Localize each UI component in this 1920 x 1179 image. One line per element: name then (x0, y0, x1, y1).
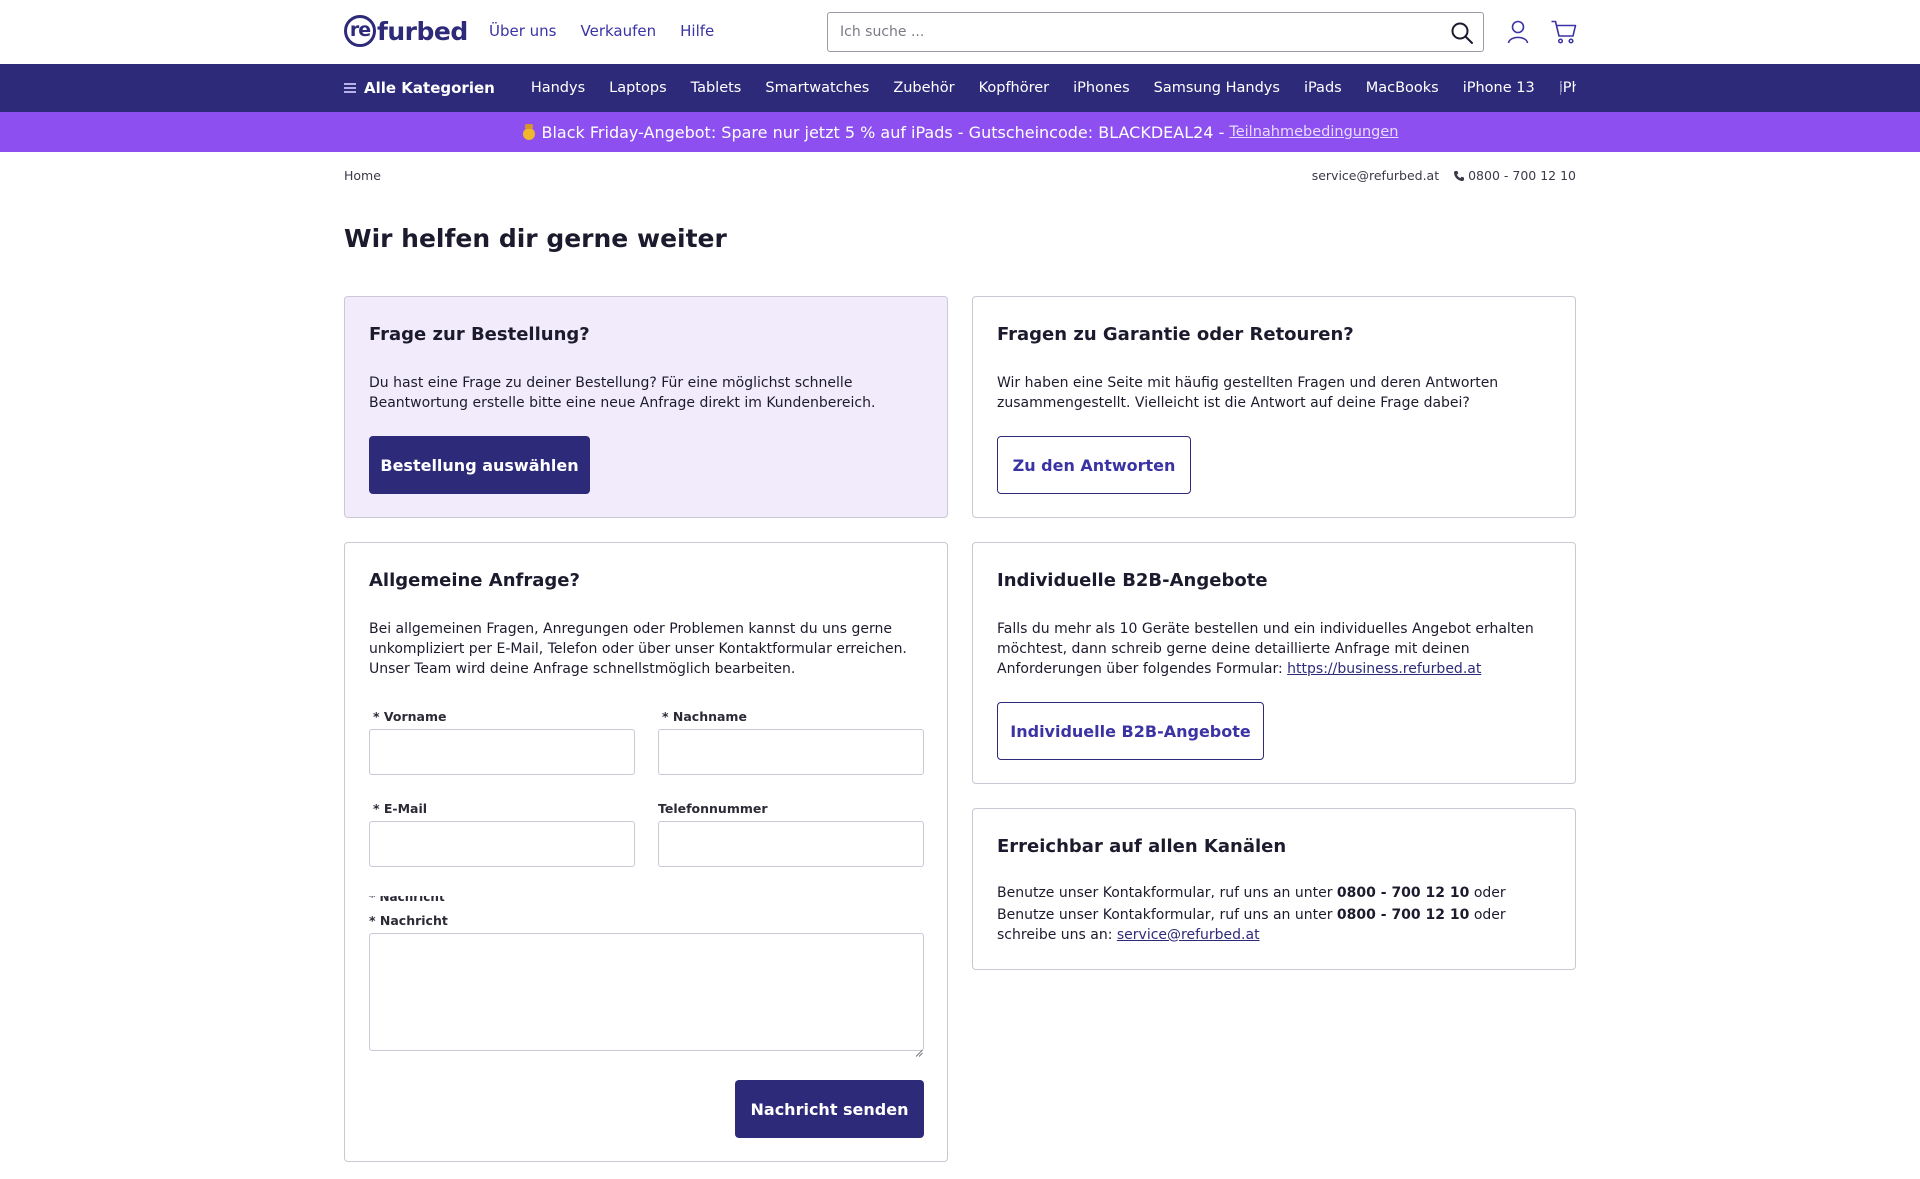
warranty-card-title: Fragen zu Garantie oder Retouren? (997, 324, 1354, 345)
account-icon[interactable] (1506, 19, 1530, 45)
category-link-tablets[interactable]: Tablets (691, 80, 742, 96)
order-card-text: Du hast eine Frage zu deiner Bestellung?… (369, 375, 876, 411)
send-message-button[interactable]: Nachricht senden (735, 1080, 924, 1138)
b2b-card-text: Falls du mehr als 10 Geräte bestellen un… (997, 619, 1537, 679)
nav-verkaufen[interactable]: Verkaufen (581, 22, 657, 40)
firstname-field[interactable] (369, 729, 635, 775)
category-link-smartwatches[interactable]: Smartwatches (765, 80, 869, 96)
contact-phone[interactable]: 0800 - 700 12 10 (1468, 168, 1576, 183)
order-question-card: Frage zur Bestellung? Du hast eine Frage… (344, 296, 948, 518)
firstname-label: * Vorname (373, 709, 447, 724)
promo-banner: Black Friday-Angebot: Spare nur jetzt 5 … (0, 112, 1920, 152)
general-card-title: Allgemeine Anfrage? (369, 570, 580, 591)
category-link-kopfhoerer[interactable]: Kopfhörer (979, 80, 1050, 96)
lastname-label: * Nachname (662, 709, 747, 724)
order-card-title: Frage zur Bestellung? (369, 324, 590, 345)
breadcrumb-home[interactable]: Home (344, 168, 381, 183)
message-label: * Nachricht (369, 913, 448, 928)
channels-card-text: Benutze unser Kontakformular, ruf uns an… (997, 905, 1557, 945)
category-link-samsung-handys[interactable]: Samsung Handys (1154, 80, 1280, 96)
channels-text-ghost: Benutze unser Kontakformular, ruf uns an… (997, 886, 1506, 898)
warranty-card: Fragen zu Garantie oder Retouren? Wir ha… (972, 296, 1576, 518)
money-bag-icon (522, 124, 536, 140)
nav-hilfe[interactable]: Hilfe (680, 22, 714, 40)
channels-card: Erreichbar auf allen Kanälen Benutze uns… (972, 808, 1576, 970)
category-link-ipads[interactable]: iPads (1304, 80, 1342, 96)
contact-email[interactable]: service@refurbed.at (1312, 168, 1439, 183)
page-title: Wir helfen dir gerne weiter (344, 224, 727, 253)
lastname-field[interactable] (658, 729, 924, 775)
b2b-card-title: Individuelle B2B-Angebote (997, 570, 1268, 591)
phone-label: Telefonnummer (658, 801, 768, 816)
logo-text: furbed (377, 16, 468, 46)
category-link-iphones[interactable]: iPhones (1073, 80, 1130, 96)
email-label: * E-Mail (373, 801, 428, 816)
breadcrumb-row: Home service@refurbed.at 0800 - 700 12 1… (0, 152, 1920, 198)
menu-icon (344, 83, 356, 93)
promo-text: Black Friday-Angebot: Spare nur jetzt 5 … (541, 122, 1225, 142)
category-link-handys[interactable]: Handys (531, 80, 585, 96)
top-nav: Über uns Verkaufen Hilfe (489, 22, 714, 40)
channels-email-link[interactable]: service@refurbed.at (1117, 927, 1260, 943)
search-icon[interactable] (1449, 20, 1475, 46)
category-link-zubehoer[interactable]: Zubehör (893, 80, 954, 96)
header-contact: service@refurbed.at 0800 - 700 12 10 (1312, 168, 1576, 183)
all-categories-button[interactable]: Alle Kategorien (344, 79, 495, 97)
general-card-text: Bei allgemeinen Fragen, Anregungen oder … (369, 621, 907, 677)
b2b-business-link[interactable]: https://business.refurbed.at (1287, 661, 1481, 677)
warranty-card-text: Wir haben eine Seite mit häufig gestellt… (997, 375, 1499, 411)
all-categories-label: Alle Kategorien (364, 79, 495, 97)
message-label-ghost: * Nachricht (369, 896, 569, 902)
select-order-button[interactable]: Bestellung auswählen (369, 436, 590, 494)
category-scroll-edge (1556, 64, 1576, 112)
email-field[interactable] (369, 821, 635, 867)
category-link-laptops[interactable]: Laptops (609, 80, 666, 96)
search-box (827, 12, 1484, 52)
search-input[interactable] (828, 13, 1428, 51)
phone-icon (1453, 170, 1465, 182)
channels-text-before: Benutze unser Kontakformular, ruf uns an… (997, 907, 1333, 923)
category-link-macbooks[interactable]: MacBooks (1366, 80, 1439, 96)
b2b-card: Individuelle B2B-Angebote Falls du mehr … (972, 542, 1576, 784)
to-answers-button[interactable]: Zu den Antworten (997, 436, 1191, 494)
b2b-offers-button[interactable]: Individuelle B2B-Angebote (997, 702, 1264, 760)
message-field[interactable] (369, 933, 924, 1051)
promo-terms-link[interactable]: Teilnahmebedingungen (1229, 124, 1398, 140)
cart-icon[interactable] (1550, 19, 1578, 45)
resize-handle-icon[interactable] (915, 1042, 923, 1057)
refurbed-logo[interactable]: re furbed (344, 14, 468, 48)
channels-card-title: Erreichbar auf allen Kanälen (997, 836, 1287, 857)
general-inquiry-card: Allgemeine Anfrage? Bei allgemeinen Frag… (344, 542, 948, 1162)
channels-phone[interactable]: 0800 - 700 12 10 (1337, 907, 1469, 923)
category-link-iphone-13[interactable]: iPhone 13 (1463, 80, 1535, 96)
category-nav: Alle Kategorien Handys Laptops Tablets S… (0, 64, 1920, 112)
nav-ueber-uns[interactable]: Über uns (489, 22, 557, 40)
top-bar: re furbed Über uns Verkaufen Hilfe (0, 0, 1920, 64)
phone-field[interactable] (658, 821, 924, 867)
logo-mark: re (344, 15, 376, 47)
